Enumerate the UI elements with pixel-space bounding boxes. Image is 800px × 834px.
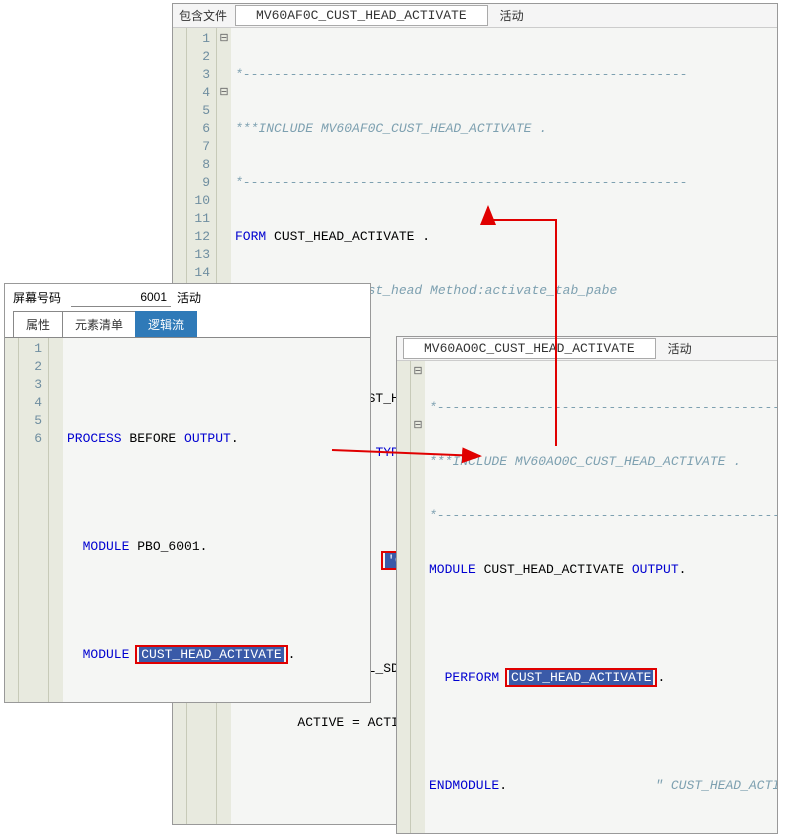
tabs: 属性 元素清单 逻辑流 <box>5 311 370 338</box>
screen-number-input[interactable] <box>71 288 171 307</box>
include-name-field[interactable]: MV60AO0C_CUST_HEAD_ACTIVATE <box>403 338 656 359</box>
code-editor[interactable]: ⊟⊟ *------------------------------------… <box>397 361 777 833</box>
header-label: 包含文件 <box>179 7 227 24</box>
line-numbers: 123456 <box>19 338 49 702</box>
tab-element-list[interactable]: 元素清单 <box>62 311 136 337</box>
code-line <box>67 484 366 502</box>
code-line: *---------------------------------------… <box>429 507 773 525</box>
screen-editor-panel: 屏幕号码 活动 属性 元素清单 逻辑流 123456 PROCESS BEFOR… <box>4 283 371 703</box>
screen-header: 屏幕号码 活动 <box>5 284 370 311</box>
code-line: PERFORM CUST_HEAD_ACTIVATE. <box>429 669 773 687</box>
screen-number-label: 屏幕号码 <box>13 289 61 306</box>
code-line: ENDMODULE. " CUST_HEAD_ACTIVATE <box>429 777 773 795</box>
code-line: PROCESS BEFORE OUTPUT. <box>67 430 366 448</box>
status-label: 活动 <box>668 340 692 357</box>
code-line <box>429 723 773 741</box>
tab-flow-logic[interactable]: 逻辑流 <box>135 311 197 337</box>
panel-header: MV60AO0C_CUST_HEAD_ACTIVATE 活动 <box>397 337 777 361</box>
code-line <box>67 376 366 394</box>
code-line <box>67 592 366 610</box>
code-line: *---------------------------------------… <box>429 399 773 417</box>
status-label: 活动 <box>500 7 524 24</box>
module-name-highlight: CUST_HEAD_ACTIVATE <box>135 645 287 664</box>
code-area[interactable]: *---------------------------------------… <box>425 361 777 833</box>
module-editor-panel: MV60AO0C_CUST_HEAD_ACTIVATE 活动 ⊟⊟ *-----… <box>396 336 778 834</box>
code-line: *---------------------------------------… <box>235 66 773 84</box>
code-line: *---------------------------------------… <box>235 174 773 192</box>
code-line: MODULE CUST_HEAD_ACTIVATE. <box>67 646 366 664</box>
status-label: 活动 <box>177 289 201 306</box>
include-name-field[interactable]: MV60AF0C_CUST_HEAD_ACTIVATE <box>235 5 488 26</box>
code-line: ***INCLUDE MV60AO0C_CUST_HEAD_ACTIVATE . <box>429 453 773 471</box>
code-line: MODULE PBO_6001. <box>67 538 366 556</box>
fold-marks <box>49 338 63 702</box>
code-line: MODULE CUST_HEAD_ACTIVATE OUTPUT. <box>429 561 773 579</box>
code-area[interactable]: PROCESS BEFORE OUTPUT. MODULE PBO_6001. … <box>63 338 370 702</box>
fold-column <box>5 338 19 702</box>
panel-header: 包含文件 MV60AF0C_CUST_HEAD_ACTIVATE 活动 <box>173 4 777 28</box>
fold-column <box>397 361 411 833</box>
tab-attributes[interactable]: 属性 <box>13 311 63 337</box>
fold-marks[interactable]: ⊟⊟ <box>411 361 425 833</box>
perform-name-highlight: CUST_HEAD_ACTIVATE <box>505 668 657 687</box>
code-editor[interactable]: 123456 PROCESS BEFORE OUTPUT. MODULE PBO… <box>5 338 370 702</box>
code-line <box>429 615 773 633</box>
code-line: FORM CUST_HEAD_ACTIVATE . <box>235 228 773 246</box>
code-line: ***INCLUDE MV60AF0C_CUST_HEAD_ACTIVATE . <box>235 120 773 138</box>
